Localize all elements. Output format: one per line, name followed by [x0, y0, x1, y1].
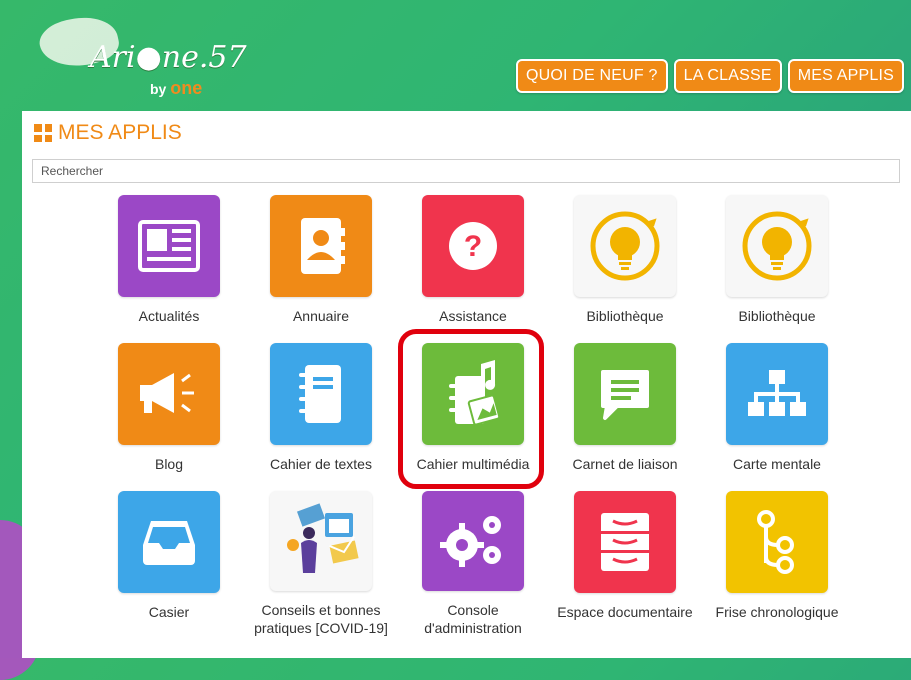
grid-icon	[34, 124, 52, 142]
app-frise-chronologique[interactable]: Frise chronologique	[701, 489, 853, 637]
app-assistance[interactable]: ? Assistance	[397, 193, 549, 341]
lightbulb-icon	[726, 195, 828, 297]
lightbulb-icon	[574, 195, 676, 297]
app-actualites[interactable]: Actualités	[93, 193, 245, 341]
app-casier[interactable]: Casier	[93, 489, 245, 637]
svg-text:?: ?	[464, 230, 482, 263]
logo-text: Ari●ne.57	[90, 40, 247, 75]
app-label: Casier	[148, 604, 190, 620]
app-label: Cahier de textes	[270, 456, 372, 472]
question-icon: ?	[422, 195, 524, 297]
app-label: Annuaire	[292, 308, 350, 324]
logo[interactable]: Ari●ne.57 by one	[35, 10, 247, 100]
gears-icon	[422, 491, 524, 591]
logo-sub-prefix: by	[150, 81, 167, 97]
app-label: Assistance	[439, 308, 507, 324]
app-bibliotheque-1[interactable]: Bibliothèque	[549, 193, 701, 341]
logo-sub-brand: one	[170, 78, 203, 98]
megaphone-icon	[118, 343, 220, 445]
app-cahier-de-textes[interactable]: Cahier de textes	[245, 341, 397, 489]
multimedia-notebook-icon	[422, 343, 524, 445]
contact-book-icon	[270, 195, 372, 297]
app-cahier-multimedia[interactable]: Cahier multimédia	[397, 341, 549, 489]
app-label: Cahier multimédia	[416, 456, 530, 472]
hierarchy-icon	[726, 343, 828, 445]
app-espace-documentaire[interactable]: Espace documentaire	[549, 489, 701, 637]
app-label: Bibliothèque	[738, 308, 816, 324]
logo-subtitle: by one	[150, 78, 202, 99]
nav-quoi-de-neuf[interactable]: QUOI DE NEUF ?	[515, 59, 668, 93]
app-blog[interactable]: Blog	[93, 341, 245, 489]
search-input[interactable]	[32, 159, 900, 183]
app-label: Bibliothèque	[586, 308, 664, 324]
page-title: MES APPLIS	[58, 121, 182, 144]
app-label: Frise chronologique	[715, 604, 839, 620]
app-label: Conseils et bonnes pratiques [COVID-19]	[254, 602, 388, 636]
nav-mes-applis[interactable]: MES APPLIS	[787, 59, 904, 93]
apps-grid: Actualités Annuaire ? Assistance Bibliot…	[93, 193, 853, 637]
app-label: Console d'administration	[424, 602, 522, 636]
header: Ari●ne.57 by one QUOI DE NEUF ? LA CLASS…	[0, 0, 911, 110]
app-bibliotheque-2[interactable]: Bibliothèque	[701, 193, 853, 341]
app-console-administration[interactable]: Console d'administration	[397, 489, 549, 637]
app-label: Carte mentale	[733, 456, 821, 472]
chat-bubble-icon	[574, 343, 676, 445]
inbox-tray-icon	[118, 491, 220, 593]
newspaper-icon	[118, 195, 220, 297]
apps-panel: MES APPLIS Actualités	[22, 111, 911, 658]
page-title-row: MES APPLIS	[34, 121, 182, 145]
app-label: Carnet de liaison	[572, 456, 678, 472]
app-conseils-covid[interactable]: Conseils et bonnes pratiques [COVID-19]	[245, 489, 397, 637]
notebook-icon	[270, 343, 372, 445]
app-annuaire[interactable]: Annuaire	[245, 193, 397, 341]
app-label: Blog	[154, 456, 184, 472]
nav-la-classe[interactable]: LA CLASSE	[673, 59, 782, 93]
app-label: Actualités	[138, 308, 200, 324]
app-label: Espace documentaire	[557, 604, 693, 620]
app-carnet-de-liaison[interactable]: Carnet de liaison	[549, 341, 701, 489]
illustration-icon	[270, 491, 372, 591]
drawers-icon	[574, 491, 676, 593]
app-carte-mentale[interactable]: Carte mentale	[701, 341, 853, 489]
top-nav: QUOI DE NEUF ? LA CLASSE MES APPLIS	[515, 59, 904, 93]
timeline-icon	[726, 491, 828, 593]
